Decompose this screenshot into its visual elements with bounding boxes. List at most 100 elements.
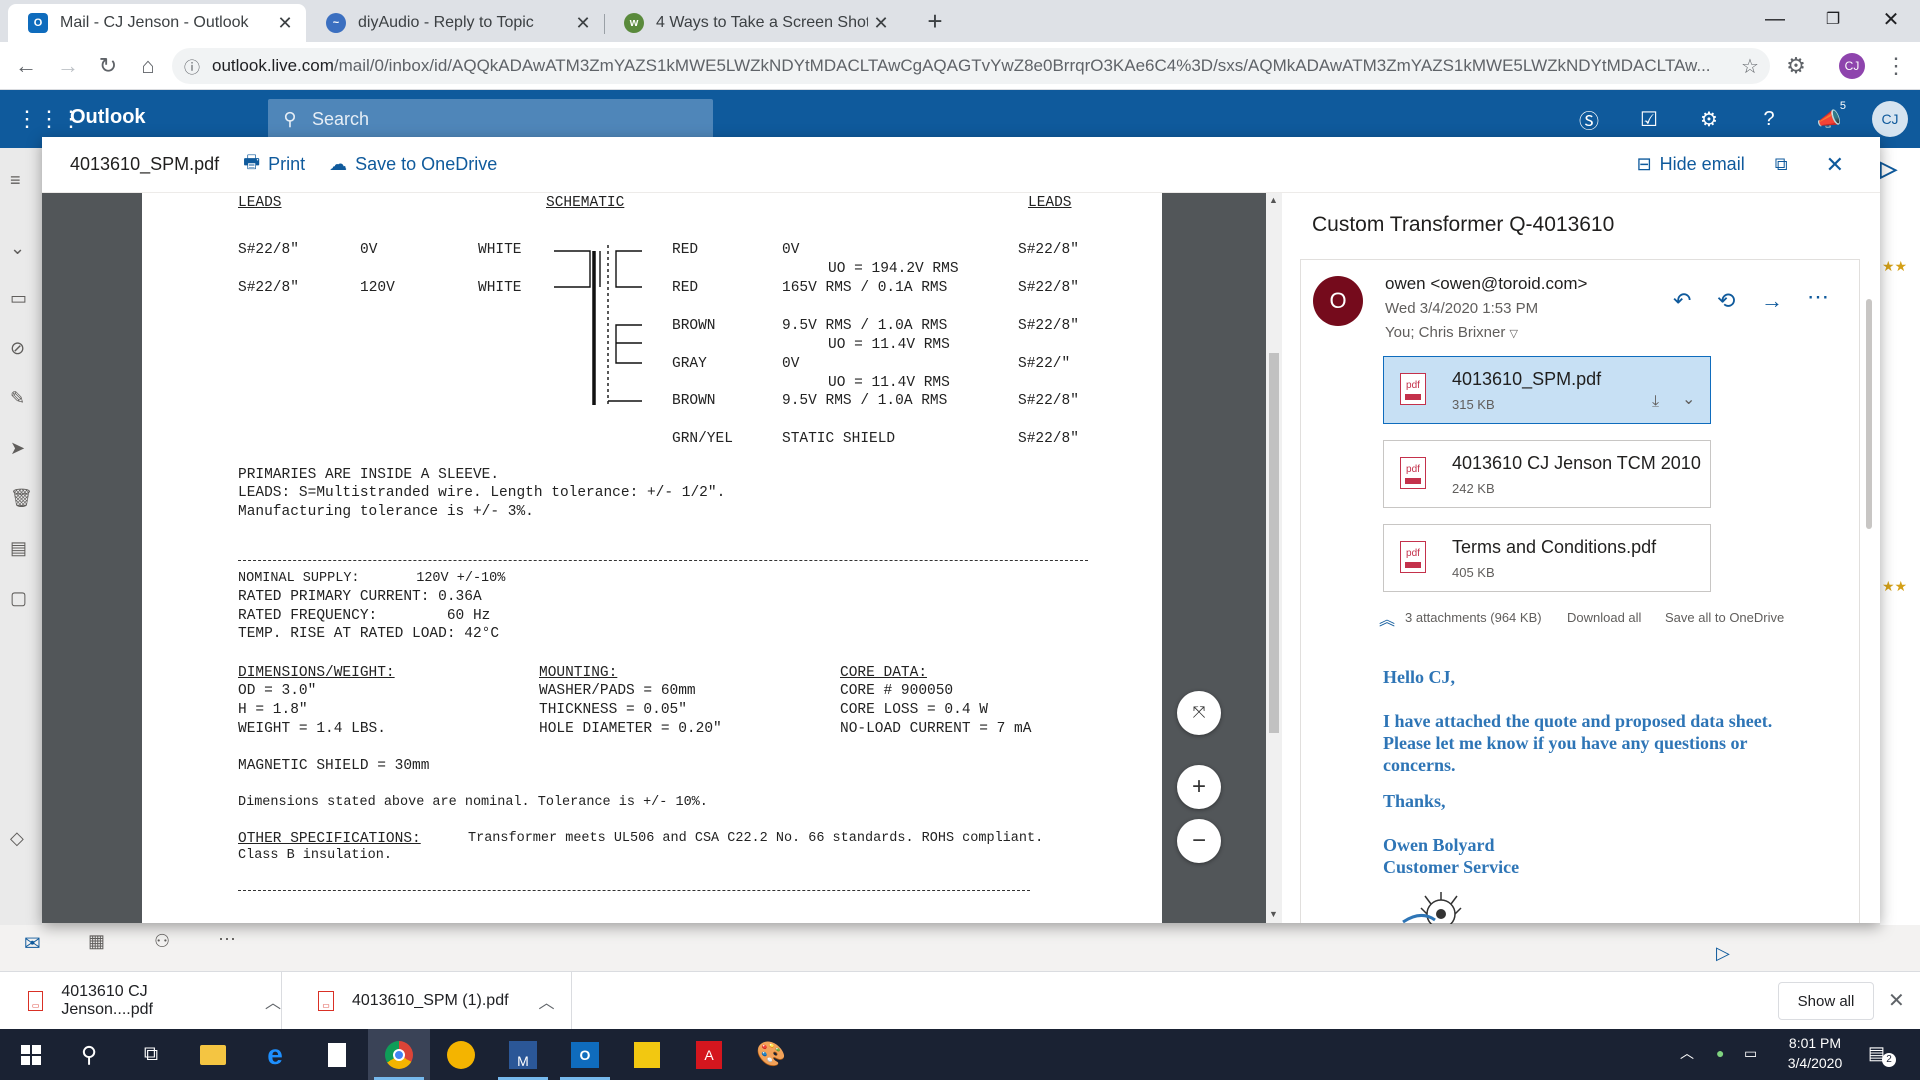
chrome-icon[interactable] — [368, 1029, 430, 1080]
sender-avatar[interactable]: O — [1313, 276, 1363, 326]
sticky-notes-icon[interactable] — [616, 1029, 678, 1080]
search-icon[interactable]: ⚲ — [58, 1029, 120, 1080]
more-apps-icon[interactable]: ⋯ — [218, 929, 236, 950]
action-center-icon[interactable]: ▤ 2 — [1868, 1043, 1896, 1067]
task-view-icon[interactable]: ⧉ — [120, 1029, 182, 1080]
chrome-menu-icon[interactable]: ⋮ — [1880, 50, 1912, 82]
popout-icon[interactable]: ⧉ — [1775, 154, 1788, 175]
profile-avatar[interactable]: CJ — [1836, 50, 1868, 82]
blank-document-icon[interactable] — [306, 1029, 368, 1080]
forward-arrow-icon[interactable]: → — [52, 50, 84, 82]
clock[interactable]: 8:01 PM 3/4/2020 — [1770, 1033, 1860, 1073]
note-line: Manufacturing tolerance is +/- 3%. — [238, 504, 534, 520]
outlook-brand[interactable]: Outlook — [70, 106, 146, 129]
chevron-down-icon[interactable]: ⌄ — [1682, 389, 1695, 409]
settings-gear-icon[interactable]: ⚙ — [1694, 104, 1724, 134]
sent-icon[interactable]: ➤ — [10, 438, 25, 459]
notes-icon[interactable]: ▢ — [10, 588, 27, 609]
print-button[interactable]: 🖶 Print — [243, 150, 305, 180]
download-all-link[interactable]: Download all — [1567, 610, 1641, 625]
drafts-icon[interactable]: ✎ — [10, 388, 25, 409]
reply-icon[interactable]: ↶ — [1673, 288, 1691, 314]
internet-explorer-icon[interactable]: e — [244, 1029, 306, 1080]
calendar-icon[interactable]: ▦ — [88, 931, 105, 952]
search-input[interactable]: ⚲ Search — [268, 99, 713, 139]
premium-diamond-icon[interactable]: ◇ — [10, 828, 24, 849]
battery-icon[interactable]: ▭ — [1744, 1043, 1757, 1063]
restore-button[interactable]: ❐ — [1804, 0, 1862, 38]
site-info-icon[interactable]: ⓘ — [172, 54, 212, 78]
paint-icon[interactable]: 🎨 — [740, 1029, 802, 1080]
chevron-up-icon[interactable]: ︿ — [1680, 1043, 1694, 1063]
hamburger-icon[interactable]: ≡ — [10, 170, 21, 191]
email-recipients[interactable]: You; Chris Brixner ▽ — [1385, 324, 1518, 341]
pdf-preview[interactable]: LEADS SCHEMATIC LEADS S#22/8" 0V WHITE S… — [42, 193, 1282, 923]
chevron-down-icon[interactable]: ⌄ — [10, 238, 25, 259]
email-scrollbar[interactable] — [1864, 289, 1874, 799]
scroll-thumb[interactable] — [1866, 299, 1872, 529]
hide-email-button[interactable]: ⊟ Hide email — [1637, 154, 1745, 175]
archive-icon[interactable]: ▤ — [10, 538, 27, 559]
tab-diyaudio[interactable]: ~ diyAudio - Reply to Topic ✕ — [306, 4, 604, 42]
download-item[interactable]: ▭ 4013610_SPM (1).pdf ︿ — [290, 972, 572, 1030]
minimize-button[interactable]: — — [1746, 0, 1804, 38]
viewer-close-icon[interactable]: ✕ — [1826, 152, 1844, 178]
sender-name[interactable]: owen <owen@toroid.com> — [1385, 274, 1587, 294]
pdf-scrollbar[interactable]: ▲ ▼ — [1266, 193, 1282, 923]
skype-icon[interactable]: Ⓢ — [1574, 104, 1604, 134]
zoom-in-button[interactable]: + — [1177, 765, 1221, 809]
home-icon[interactable]: ⌂ — [132, 50, 164, 82]
scroll-thumb[interactable] — [1269, 353, 1279, 733]
back-arrow-icon[interactable]: ← — [10, 50, 42, 82]
download-icon[interactable]: ⤓ — [1652, 393, 1659, 411]
collapse-attachments-icon[interactable]: ︽ — [1379, 606, 1395, 630]
address-bar[interactable]: ⓘ outlook.live.com/mail/0/inbox/id/AQQkA… — [172, 48, 1770, 84]
more-actions-icon[interactable]: ⋯ — [1807, 284, 1829, 310]
acrobat-icon[interactable]: A — [678, 1029, 740, 1080]
people-icon[interactable]: ⚇ — [154, 931, 170, 952]
help-icon[interactable]: ? — [1754, 104, 1784, 134]
close-download-bar-icon[interactable]: ✕ — [1888, 988, 1905, 1013]
tab-outlook-mail[interactable]: O Mail - CJ Jenson - Outlook ✕ — [8, 4, 306, 42]
attachment-card[interactable]: pdf Terms and Conditions.pdf 405 KB — [1383, 524, 1711, 592]
save-to-onedrive-button[interactable]: ☁ Save to OneDrive — [329, 154, 497, 175]
junk-icon[interactable]: ⊘ — [10, 338, 25, 359]
start-windows-icon[interactable] — [0, 1029, 62, 1080]
save-all-onedrive-link[interactable]: Save all to OneDrive — [1665, 610, 1784, 625]
reload-icon[interactable]: ↻ — [92, 50, 124, 82]
security-tray-icon[interactable]: ● — [1716, 1043, 1724, 1063]
file-explorer-icon[interactable] — [182, 1029, 244, 1080]
app-icon[interactable] — [430, 1029, 492, 1080]
email-card: O owen <owen@toroid.com> Wed 3/4/2020 1:… — [1300, 259, 1860, 924]
reply-all-icon[interactable]: ⟲ — [1717, 288, 1735, 314]
attachment-card[interactable]: pdf 4013610 CJ Jenson TCM 2010... 242 KB — [1383, 440, 1711, 508]
clock-time: 8:01 PM — [1788, 1035, 1842, 1051]
inbox-icon[interactable]: ▭ — [10, 288, 27, 309]
deleted-icon[interactable]: 🗑 — [10, 488, 33, 509]
zoom-out-button[interactable]: − — [1177, 819, 1221, 863]
extension-icon[interactable]: ⚙ — [1780, 50, 1812, 82]
chevron-up-icon[interactable]: ︿ — [539, 989, 555, 1013]
chevron-up-icon[interactable]: ︿ — [265, 989, 281, 1013]
tab-wikihow[interactable]: w 4 Ways to Take a Screen Shot (Sc ✕ — [604, 4, 902, 42]
show-all-button[interactable]: Show all — [1778, 982, 1874, 1020]
close-icon[interactable]: ✕ — [570, 13, 596, 34]
mail-icon[interactable]: ✉ — [24, 931, 41, 956]
secondary-color: GRN/YEL — [672, 431, 733, 447]
account-avatar[interactable]: CJ — [1872, 101, 1908, 137]
forward-icon[interactable]: → — [1761, 288, 1783, 314]
my-day-icon[interactable]: ☑ — [1634, 104, 1664, 134]
bookmark-star-icon[interactable]: ☆ — [1730, 54, 1770, 79]
whats-new-icon[interactable]: 📣 5 — [1814, 100, 1846, 134]
download-item[interactable]: ▭ 4013610 CJ Jenson....pdf ︿ — [0, 972, 282, 1030]
fit-page-button[interactable]: ⤧ — [1177, 691, 1221, 735]
attachment-card[interactable]: pdf 4013610_SPM.pdf 315 KB ⤓ ⌄ — [1383, 356, 1711, 424]
new-tab-button[interactable]: + — [906, 2, 964, 40]
scroll-up-icon[interactable]: ▲ — [1269, 195, 1278, 205]
window-close-button[interactable]: ✕ — [1862, 0, 1920, 38]
close-icon[interactable]: ✕ — [868, 13, 894, 34]
scroll-down-icon[interactable]: ▼ — [1269, 909, 1278, 919]
outlook-app-icon[interactable]: O — [554, 1029, 616, 1080]
media-app-icon[interactable]: M — [492, 1029, 554, 1080]
close-icon[interactable]: ✕ — [272, 13, 298, 34]
